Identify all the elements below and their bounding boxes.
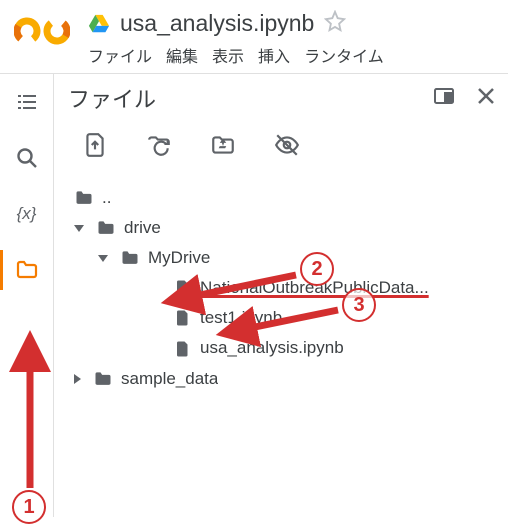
tree-file2-row[interactable]: test1.ipynb: [68, 303, 498, 333]
tree-sample-label: sample_data: [121, 368, 218, 390]
folder-icon: [96, 218, 116, 238]
tree-file3-row[interactable]: usa_analysis.ipynb: [68, 333, 498, 363]
chevron-right-icon[interactable]: [74, 374, 81, 384]
menu-file[interactable]: ファイル: [88, 43, 152, 67]
main-area: {x} ファイル .. drive: [0, 73, 508, 517]
menu-runtime[interactable]: ランタイム: [304, 43, 384, 67]
tree-mydrive-row[interactable]: MyDrive: [68, 243, 498, 273]
mount-drive-icon[interactable]: [210, 132, 236, 163]
tree-mydrive-label: MyDrive: [148, 247, 210, 269]
toc-icon[interactable]: [13, 88, 41, 116]
tree-sample-row[interactable]: sample_data: [68, 364, 498, 394]
upload-icon[interactable]: [82, 132, 108, 163]
annotation-3: 3: [342, 288, 376, 322]
files-icon[interactable]: [13, 256, 41, 284]
open-window-icon[interactable]: [432, 84, 456, 113]
tree-parent-row[interactable]: ..: [68, 183, 498, 213]
tree-file3-label: usa_analysis.ipynb: [200, 337, 344, 359]
file-tree: .. drive MyDrive NationalOutbreakPublicD…: [68, 183, 498, 394]
close-icon[interactable]: [474, 84, 498, 113]
tree-file2-label: test1.ipynb: [200, 307, 282, 329]
menu-insert[interactable]: 挿入: [258, 43, 290, 67]
refresh-folder-icon[interactable]: [146, 132, 172, 163]
tree-drive-row[interactable]: drive: [68, 213, 498, 243]
panel-title: ファイル: [68, 82, 156, 114]
document-title[interactable]: usa_analysis.ipynb: [120, 10, 314, 37]
tree-drive-label: drive: [124, 217, 161, 239]
folder-icon: [74, 188, 94, 208]
variables-icon[interactable]: {x}: [13, 200, 41, 228]
annotation-1: 1: [12, 490, 46, 524]
app-header: usa_analysis.ipynb ファイル 編集 表示 挿入 ランタイム: [0, 0, 508, 73]
toggle-hidden-icon[interactable]: [274, 132, 300, 163]
menu-view[interactable]: 表示: [212, 43, 244, 67]
annotation-2: 2: [300, 252, 334, 286]
menu-edit[interactable]: 編集: [166, 43, 198, 67]
tree-parent-label: ..: [102, 187, 111, 209]
menu-bar: ファイル 編集 表示 挿入 ランタイム: [88, 43, 494, 67]
folder-icon: [93, 369, 113, 389]
file-icon: [174, 279, 192, 297]
tree-file1-row[interactable]: NationalOutbreakPublicData...: [68, 273, 498, 303]
chevron-down-icon[interactable]: [74, 225, 84, 232]
file-icon: [174, 309, 192, 327]
search-icon[interactable]: [13, 144, 41, 172]
file-icon: [174, 340, 192, 358]
drive-logo-icon: [88, 13, 110, 35]
folder-icon: [120, 248, 140, 268]
star-icon[interactable]: [324, 10, 346, 37]
left-rail: {x}: [0, 74, 54, 517]
files-panel: ファイル .. drive: [54, 74, 508, 517]
files-toolbar: [68, 122, 498, 177]
chevron-down-icon[interactable]: [98, 255, 108, 262]
colab-logo-icon: [14, 14, 70, 48]
